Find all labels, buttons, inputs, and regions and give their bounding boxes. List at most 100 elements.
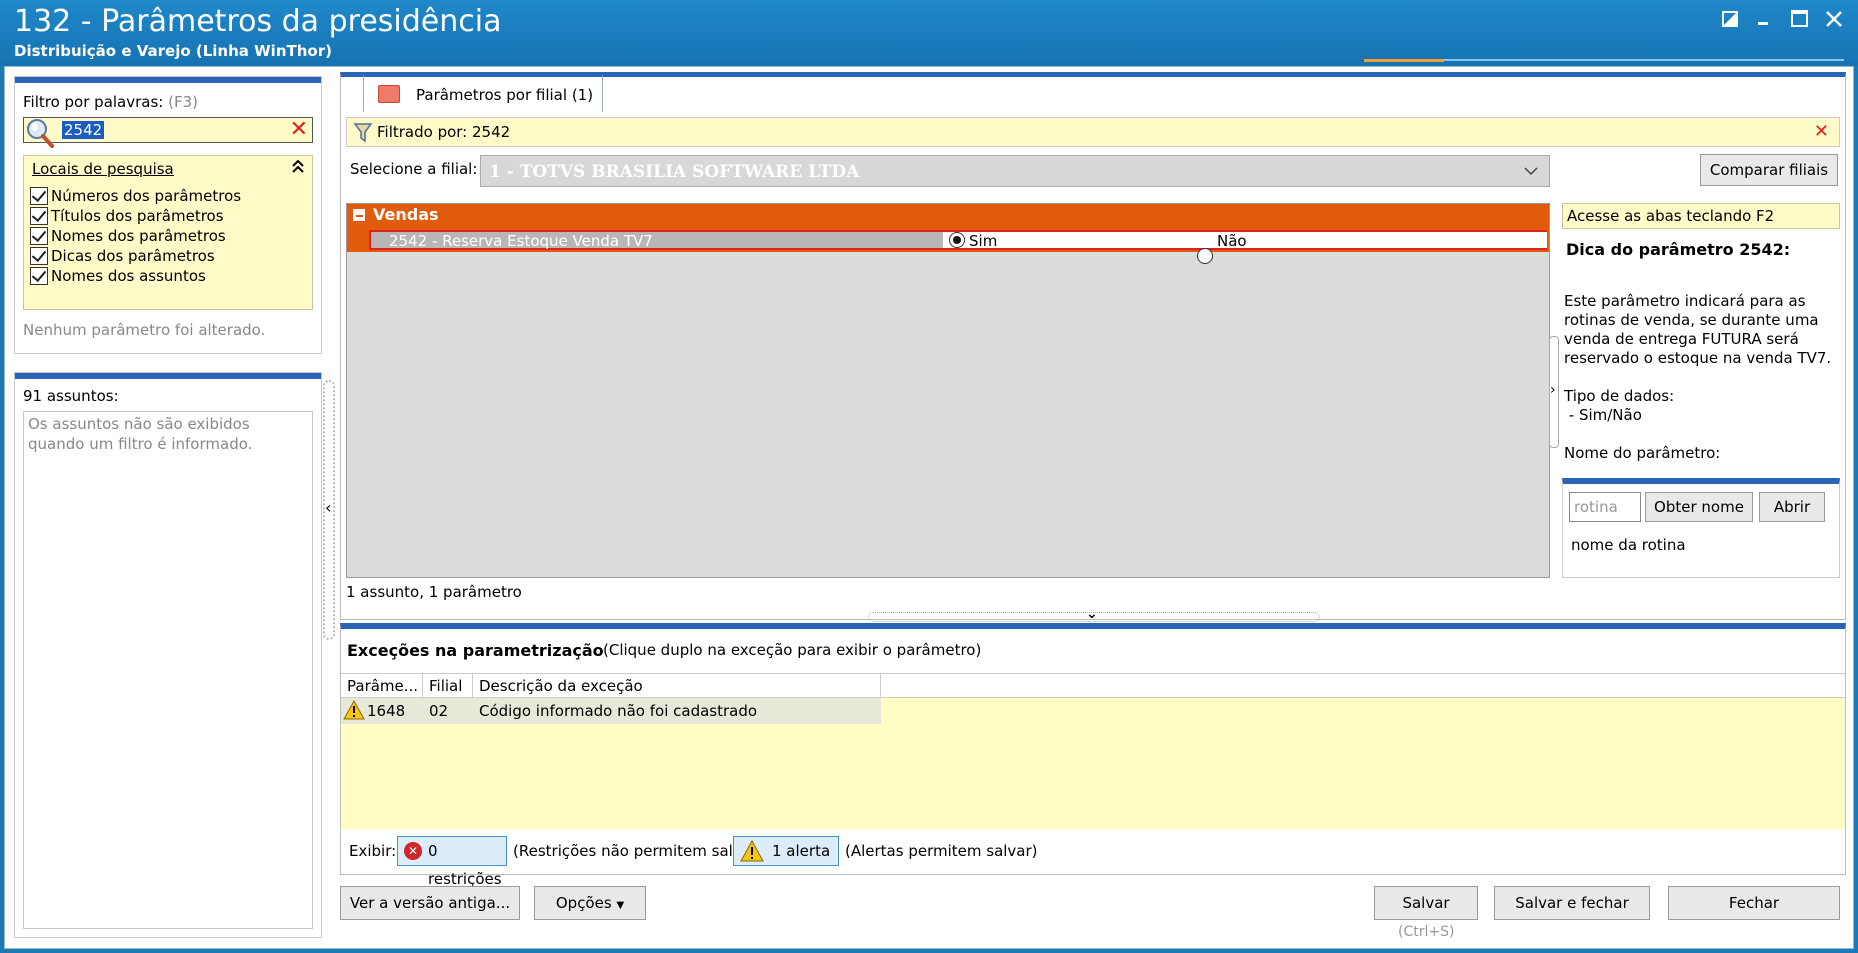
title-accent-line-light — [1444, 59, 1844, 61]
grid-status: 1 assunto, 1 parâmetro — [346, 583, 522, 601]
radio-nao[interactable] — [1197, 248, 1213, 264]
warning-icon — [343, 699, 365, 724]
show-label: Exibir: — [349, 842, 397, 860]
checkbox-icon[interactable] — [30, 247, 48, 265]
checkbox-icon[interactable] — [30, 187, 48, 205]
checkbox-label: Títulos dos parâmetros — [51, 207, 224, 225]
checkbox-label: Dicas dos parâmetros — [51, 247, 215, 265]
column-header-branch[interactable]: Filial — [423, 674, 473, 698]
column-header-description[interactable]: Descrição da exceção — [473, 674, 881, 698]
tip-title: Dica do parâmetro 2542: — [1566, 240, 1791, 259]
clear-search-icon[interactable]: ✕ — [290, 118, 308, 142]
checkbox-icon[interactable] — [30, 207, 48, 225]
search-locations-title[interactable]: Locais de pesquisa — [32, 160, 174, 178]
chevron-down-icon[interactable]: ⌄ — [1086, 606, 1098, 622]
tab-label: Parâmetros por filial (1) — [416, 86, 593, 104]
chevron-down-icon — [1523, 160, 1539, 185]
hint-bar: Acesse as abas teclando F2 — [1562, 203, 1840, 229]
compare-branches-button[interactable]: Comparar filiais — [1700, 154, 1838, 186]
open-button[interactable]: Abrir — [1759, 492, 1825, 522]
radio-sim[interactable] — [949, 232, 965, 248]
alerts-button-label: 1 alerta — [772, 842, 831, 860]
title-accent-line — [1364, 59, 1444, 62]
filter-shortcut: (F3) — [168, 93, 199, 111]
exceptions-panel: Exceções na parametrização (Clique duplo… — [340, 623, 1846, 888]
panel-top-line — [15, 77, 321, 83]
branch-label: Selecione a filial: — [350, 160, 478, 178]
rotina-panel: rotina Obter nome Abrir nome da rotina — [1562, 478, 1840, 578]
search-value: 2542 — [62, 121, 105, 139]
alerts-toggle-button[interactable]: 1 alerta — [733, 836, 839, 866]
rotina-input[interactable]: rotina — [1569, 492, 1641, 522]
radio-sim-label: Sim — [969, 232, 998, 250]
tip-paragraph: Nome do parâmetro: — [1564, 444, 1721, 462]
group-row-vendas[interactable]: Vendas — [347, 204, 1549, 228]
caret-down-icon: ▼ — [616, 900, 625, 911]
group-label: Vendas — [373, 205, 439, 224]
hint-bar-text: Acesse as abas teclando F2 — [1567, 207, 1775, 225]
options-button-label: Opções — [555, 894, 612, 912]
collapse-right-icon[interactable]: › — [1550, 382, 1556, 398]
collapse-group-icon[interactable] — [353, 209, 365, 221]
funnel-icon — [353, 122, 373, 144]
exceptions-header: Parâme... Filial Descrição da exceção — [341, 674, 1845, 698]
save-shortcut-hint: (Ctrl+S) — [1398, 924, 1455, 940]
error-icon: ✕ — [404, 842, 422, 860]
cell-branch: 02 — [429, 702, 449, 720]
no-change-message: Nenhum parâmetro foi alterado. — [23, 321, 266, 339]
collapse-left-icon[interactable]: ‹ — [325, 498, 331, 517]
cell-description: Código informado não foi cadastrado — [479, 702, 758, 720]
save-button[interactable]: Salvar — [1374, 886, 1478, 920]
checkbox-icon[interactable] — [30, 227, 48, 245]
table-row[interactable]: 1648 02 Código informado não foi cadastr… — [341, 698, 881, 724]
restore-icon[interactable] — [1716, 6, 1744, 32]
tab-label-text: Parâmetros por filial — [416, 86, 568, 104]
tip-paragraph: Tipo de dados: - Sim/Não — [1564, 387, 1675, 424]
window-subtitle: Distribuição e Varejo (Linha WinThor) — [14, 42, 332, 60]
parameters-grid: Vendas 2542 - Reserva Estoque Venda TV7 … — [346, 203, 1550, 578]
warning-icon — [740, 839, 764, 871]
exceptions-title: Exceções na parametrização — [347, 641, 604, 660]
filter-label-text: Filtro por palavras: — [23, 93, 164, 111]
search-icon — [24, 116, 60, 150]
close-icon[interactable] — [1820, 6, 1848, 32]
get-name-button[interactable]: Obter nome — [1645, 492, 1753, 522]
branch-value: 1 - TOTVS BRASILIA SOFTWARE LTDA — [489, 162, 860, 182]
exceptions-hint: (Clique duplo na exceção para exibir o p… — [603, 641, 982, 659]
options-button[interactable]: Opções ▼ — [534, 886, 646, 920]
tip-paragraph: Este parâmetro indicará para as rotinas … — [1564, 292, 1832, 367]
old-version-button[interactable]: Ver a versão antiga... — [340, 886, 520, 920]
column-header-parameter[interactable]: Parâme... — [341, 674, 423, 698]
subjects-panel: 91 assuntos: Os assuntos não são exibido… — [14, 372, 322, 938]
checkbox-label: Números dos parâmetros — [51, 187, 242, 205]
save-and-close-button[interactable]: Salvar e fechar — [1494, 886, 1650, 920]
minimize-icon[interactable] — [1750, 6, 1778, 32]
filter-status-bar: Filtrado por: 2542 ✕ — [346, 117, 1840, 147]
search-locations: Locais de pesquisa Números dos parâmetro… — [23, 155, 313, 310]
panel-top-line — [15, 373, 321, 379]
tab-count: (1) — [571, 86, 594, 104]
filter-label: Filtro por palavras: (F3) — [23, 93, 198, 111]
restrictions-toggle-button[interactable]: ✕ 0 restrições — [397, 836, 507, 888]
alerts-note: (Alertas permitem salvar) — [845, 842, 1038, 860]
checkbox-icon[interactable] — [30, 267, 48, 285]
checkbox-subject-names[interactable]: Nomes dos assuntos — [30, 264, 206, 288]
branch-select[interactable]: 1 - TOTVS BRASILIA SOFTWARE LTDA — [480, 155, 1550, 187]
folder-icon — [378, 85, 400, 103]
cell-parameter: 1648 — [367, 702, 406, 720]
maximize-icon[interactable] — [1786, 6, 1814, 32]
filtered-by-label: Filtrado por: 2542 — [377, 123, 511, 141]
checkbox-label: Nomes dos assuntos — [51, 267, 206, 285]
tab-parameters-by-branch[interactable]: Parâmetros por filial (1) — [363, 74, 603, 112]
exceptions-table: Parâme... Filial Descrição da exceção 16… — [341, 673, 1845, 829]
rotina-name-label: nome da rotina — [1571, 536, 1686, 554]
subjects-list[interactable]: Os assuntos não são exibidos quando um f… — [23, 411, 313, 929]
search-input[interactable]: 2542 ✕ — [23, 117, 313, 148]
clear-filter-icon[interactable]: ✕ — [1814, 121, 1829, 142]
checkbox-label: Nomes dos parâmetros — [51, 227, 226, 245]
tip-body[interactable]: Este parâmetro indicará para as rotinas … — [1564, 292, 1840, 474]
parameter-row[interactable]: 2542 - Reserva Estoque Venda TV7 Sim Não — [369, 230, 1547, 264]
collapse-icon[interactable] — [292, 158, 304, 177]
window-title: 132 - Parâmetros da presidência — [14, 4, 502, 39]
close-button[interactable]: Fechar — [1668, 886, 1840, 920]
